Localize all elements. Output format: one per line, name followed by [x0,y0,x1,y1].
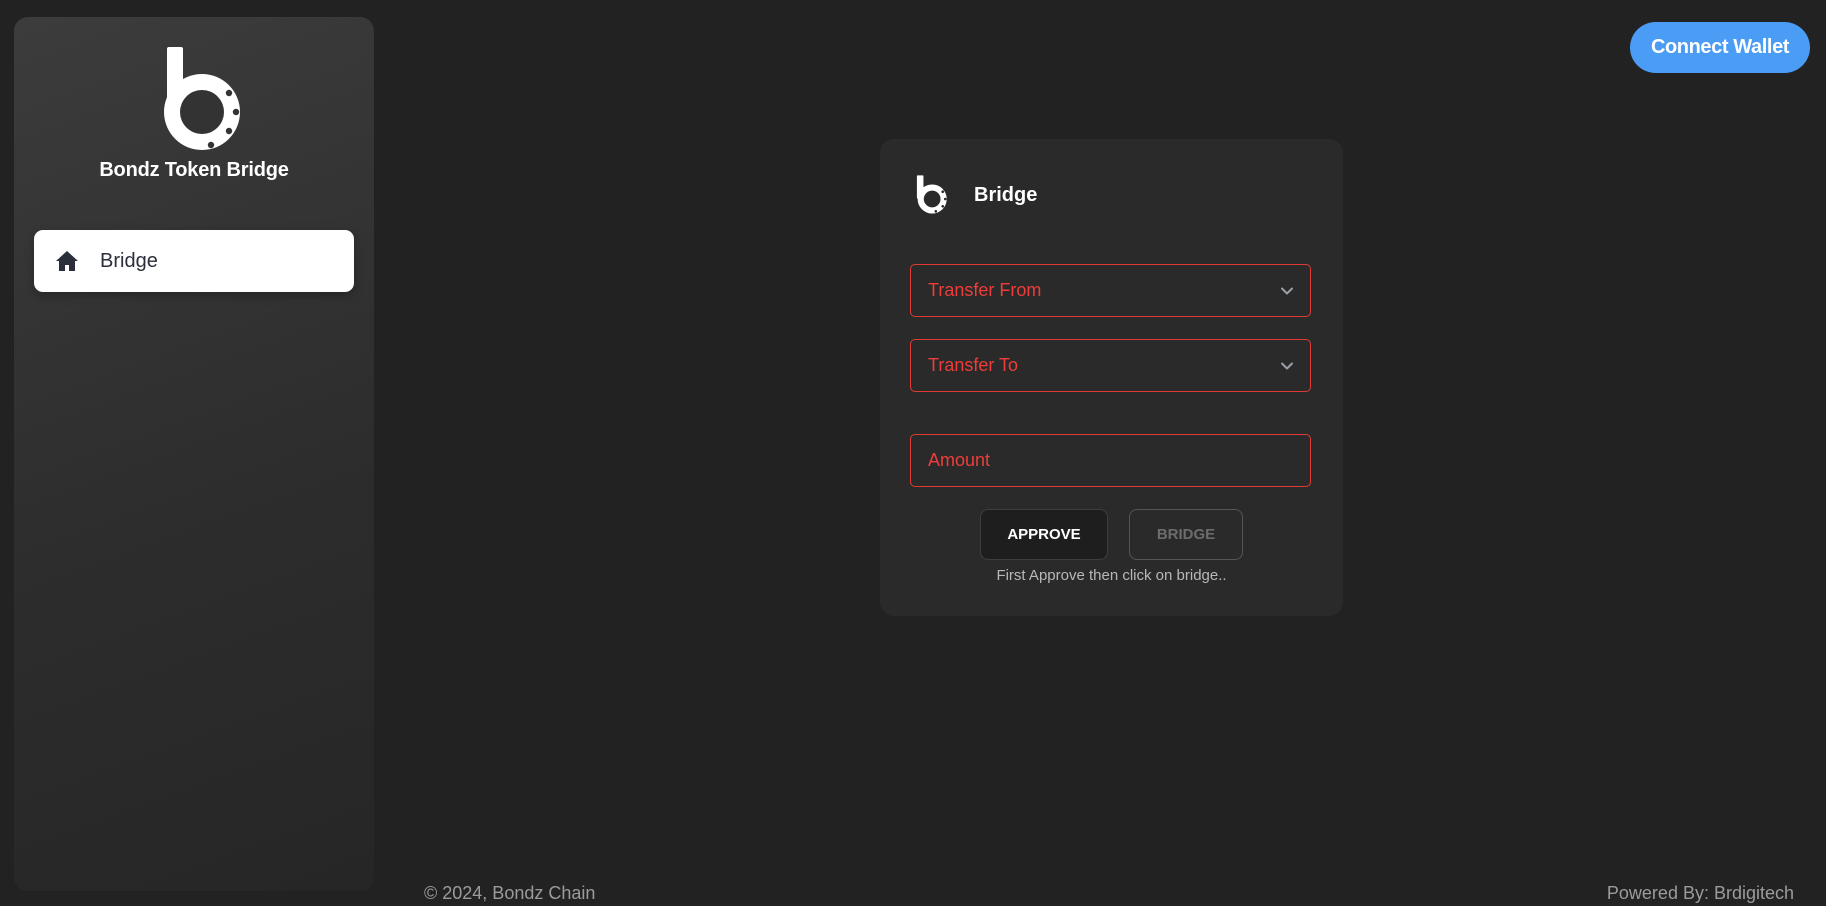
footer-powered-by: Powered By: Brdigitech [1606,883,1794,903]
transfer-to-placeholder: Transfer To [928,355,1019,375]
sidebar: Bondz Token Bridge Bridge [14,17,374,891]
footer-copyright: © 2024, Bondz Chain [424,883,596,903]
helper-text: First Approve then click on bridge.. [996,567,1227,584]
bondz-logo [164,47,240,150]
approve-button[interactable]: APPROVE [980,509,1108,560]
transfer-to-select[interactable]: Transfer To [910,339,1311,392]
chevron-down-icon [1281,362,1293,369]
bridge-button[interactable]: BRIDGE [1129,509,1243,560]
sidebar-item-bridge[interactable]: Bridge [34,230,354,292]
card-header: Bridge [914,169,1037,221]
connect-wallet-button[interactable]: Connect Wallet [1630,22,1810,73]
amount-input[interactable]: Amount [910,434,1311,487]
brand-title: Bondz Token Bridge [99,159,289,181]
brand: Bondz Token Bridge [14,45,374,182]
card-title: Bridge [974,183,1038,206]
home-icon [54,248,80,274]
sidebar-item-label: Bridge [100,249,158,272]
amount-placeholder: Amount [928,450,991,470]
bondz-logo [916,175,947,214]
transfer-from-placeholder: Transfer From [928,280,1042,300]
bridge-card: Bridge Transfer From Transfer To Amount … [880,139,1343,616]
transfer-from-select[interactable]: Transfer From [910,264,1311,317]
chevron-down-icon [1281,287,1293,294]
